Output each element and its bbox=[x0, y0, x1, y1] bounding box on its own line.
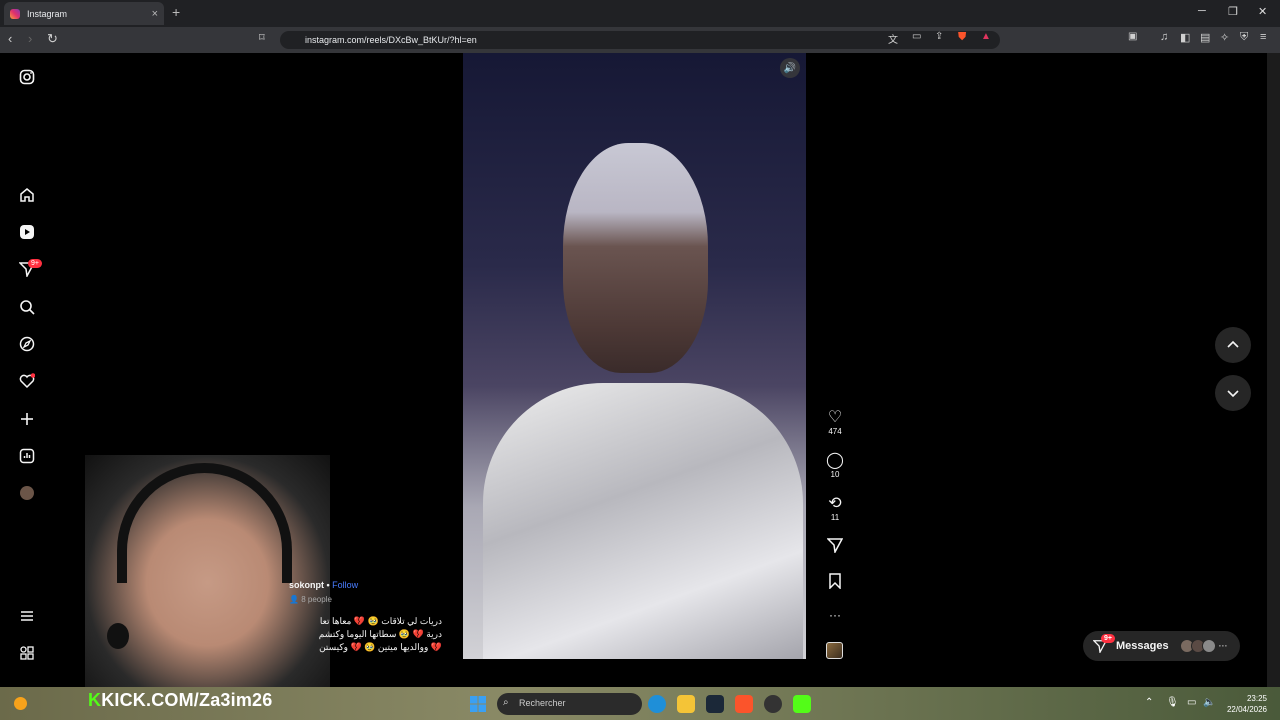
audio-thumbnail[interactable] bbox=[826, 642, 843, 659]
network-icon[interactable]: ▭ bbox=[1187, 697, 1196, 708]
minimize-button[interactable]: ─ bbox=[1198, 5, 1206, 17]
vpn-icon[interactable]: ⛨ bbox=[1240, 31, 1248, 44]
taskbar-search[interactable]: Rechercher bbox=[497, 693, 642, 715]
reel-username[interactable]: sokonpt bbox=[289, 580, 324, 590]
tray-expand-icon[interactable]: ⌃ bbox=[1145, 697, 1153, 708]
leo-ai-icon[interactable]: ✧ bbox=[1220, 31, 1229, 44]
share-button[interactable] bbox=[820, 537, 850, 555]
chevron-up-icon bbox=[1227, 340, 1239, 348]
volume-icon[interactable]: 🔊 bbox=[780, 58, 800, 78]
profile-avatar[interactable] bbox=[18, 484, 36, 502]
close-window-button[interactable]: ✕ bbox=[1258, 5, 1267, 18]
comment-count: 10 bbox=[830, 470, 840, 479]
people-count: 8 people bbox=[301, 595, 332, 604]
also-from-meta-icon[interactable] bbox=[18, 644, 36, 662]
kick-url: KICK.COM/Za3im26 bbox=[101, 690, 273, 710]
follow-button[interactable]: Follow bbox=[332, 580, 358, 590]
page-scrollbar[interactable] bbox=[1267, 53, 1280, 687]
microphone-icon[interactable]: 🎙 bbox=[1166, 697, 1179, 708]
more-menu-icon[interactable] bbox=[18, 607, 36, 625]
people-icon: 👤 bbox=[289, 595, 299, 604]
taskbar-clock[interactable]: 23:25 22/04/2026 bbox=[1222, 693, 1267, 715]
comment-button[interactable]: ◯ 10 bbox=[820, 452, 850, 479]
explore-icon[interactable] bbox=[18, 335, 36, 353]
heart-icon: ♡ bbox=[827, 409, 843, 426]
repost-button[interactable]: ⟲ 11 bbox=[820, 495, 850, 522]
message-avatar bbox=[1201, 639, 1216, 653]
clock-date: 22/04/2026 bbox=[1226, 705, 1267, 714]
video-person-jacket bbox=[483, 383, 803, 659]
windows-start-icon[interactable] bbox=[470, 696, 486, 712]
taskbar-search-icon: ⌕ bbox=[503, 697, 509, 708]
share-icon[interactable]: ⇪ bbox=[935, 31, 943, 42]
maximize-button[interactable]: ❐ bbox=[1228, 5, 1238, 18]
kick-channel-overlay: KKICK.COM/Za3im26 bbox=[88, 690, 272, 711]
messages-badge-count: 9+ bbox=[1101, 634, 1115, 643]
like-button[interactable]: ♡ 474 bbox=[820, 409, 850, 436]
reel-caption-line: دريات لي تلاقات 🥹 💔 معاها تعا bbox=[319, 616, 442, 626]
cast-icon[interactable]: ▭ bbox=[912, 31, 921, 42]
steam-icon[interactable] bbox=[706, 695, 724, 713]
brave-rewards-icon[interactable]: ▲ bbox=[981, 31, 991, 42]
instagram-logo-icon[interactable] bbox=[18, 68, 36, 86]
new-tab-button[interactable]: + bbox=[172, 4, 180, 20]
reading-view-icon[interactable]: ◧ bbox=[1180, 31, 1190, 44]
bookmark-icon[interactable]: ⌑ bbox=[259, 31, 265, 44]
home-icon[interactable] bbox=[18, 186, 36, 204]
previous-reel-button[interactable] bbox=[1215, 327, 1251, 363]
reload-icon[interactable]: ↻ bbox=[47, 31, 58, 47]
volume-tray-icon[interactable]: 🔈 bbox=[1203, 697, 1215, 708]
brave-shield-icon[interactable]: ⛊ bbox=[958, 31, 966, 44]
clock-time: 23:25 bbox=[1246, 694, 1267, 703]
media-icon[interactable]: ♫ bbox=[1160, 31, 1168, 43]
reels-icon[interactable] bbox=[18, 223, 36, 241]
forward-icon[interactable]: › bbox=[28, 31, 32, 46]
bookmark-save-icon bbox=[829, 573, 841, 590]
tab-close-icon[interactable]: × bbox=[152, 8, 158, 20]
reel-caption-line: درية 💔 🥹 سطاتها اليوما وكتشم bbox=[318, 629, 442, 639]
edge-icon[interactable] bbox=[648, 695, 666, 713]
reel-author[interactable]: sokonpt • Follow bbox=[289, 580, 358, 590]
save-button[interactable] bbox=[820, 573, 850, 591]
tab-title: Instagram bbox=[27, 8, 68, 19]
comment-icon: ◯ bbox=[826, 452, 844, 469]
kick-app-icon[interactable] bbox=[793, 695, 811, 713]
browser-tab-bar bbox=[0, 0, 1280, 27]
headset-mic-icon bbox=[107, 623, 129, 649]
repost-count: 11 bbox=[830, 513, 840, 522]
obs-icon[interactable] bbox=[764, 695, 782, 713]
repost-icon: ⟲ bbox=[828, 495, 842, 512]
messages-more: ··· bbox=[1218, 641, 1228, 651]
instagram-favicon-icon bbox=[10, 8, 20, 19]
weather-widget-icon[interactable] bbox=[14, 697, 27, 710]
messages-badge: 9+ bbox=[28, 259, 42, 268]
send-icon bbox=[826, 538, 844, 555]
reel-video[interactable] bbox=[463, 53, 806, 659]
more-options-button[interactable]: ··· bbox=[820, 608, 850, 622]
menu-icon[interactable]: ≡ bbox=[1260, 31, 1266, 43]
sidebar-toggle-icon[interactable]: ▣ bbox=[1128, 31, 1137, 42]
kick-logo: K bbox=[88, 690, 102, 710]
headphones-icon bbox=[117, 463, 292, 583]
reel-caption-line: 💔 ووالديها ميتين 🥹 💔 وكيستن bbox=[319, 642, 442, 652]
back-icon[interactable]: ‹ bbox=[8, 31, 12, 46]
wallet-icon[interactable]: ▤ bbox=[1200, 31, 1210, 44]
messages-label: Messages bbox=[1116, 640, 1169, 652]
translate-icon[interactable]: 文 bbox=[888, 31, 898, 46]
search-icon[interactable] bbox=[18, 298, 36, 316]
messages-button[interactable]: 9+ Messages ··· bbox=[1083, 631, 1240, 661]
reel-people-tag[interactable]: 👤 8 people bbox=[289, 595, 332, 604]
video-person-face bbox=[563, 143, 708, 373]
create-icon[interactable] bbox=[18, 410, 36, 428]
brave-icon[interactable] bbox=[735, 695, 753, 713]
file-explorer-icon[interactable] bbox=[677, 695, 695, 713]
like-count: 474 bbox=[828, 427, 842, 436]
next-reel-button[interactable] bbox=[1215, 375, 1251, 411]
notifications-heart-icon[interactable] bbox=[18, 372, 36, 390]
dashboard-icon[interactable] bbox=[18, 447, 36, 465]
chevron-down-icon bbox=[1227, 390, 1239, 398]
browser-tab-instagram[interactable]: Instagram × bbox=[4, 2, 164, 25]
